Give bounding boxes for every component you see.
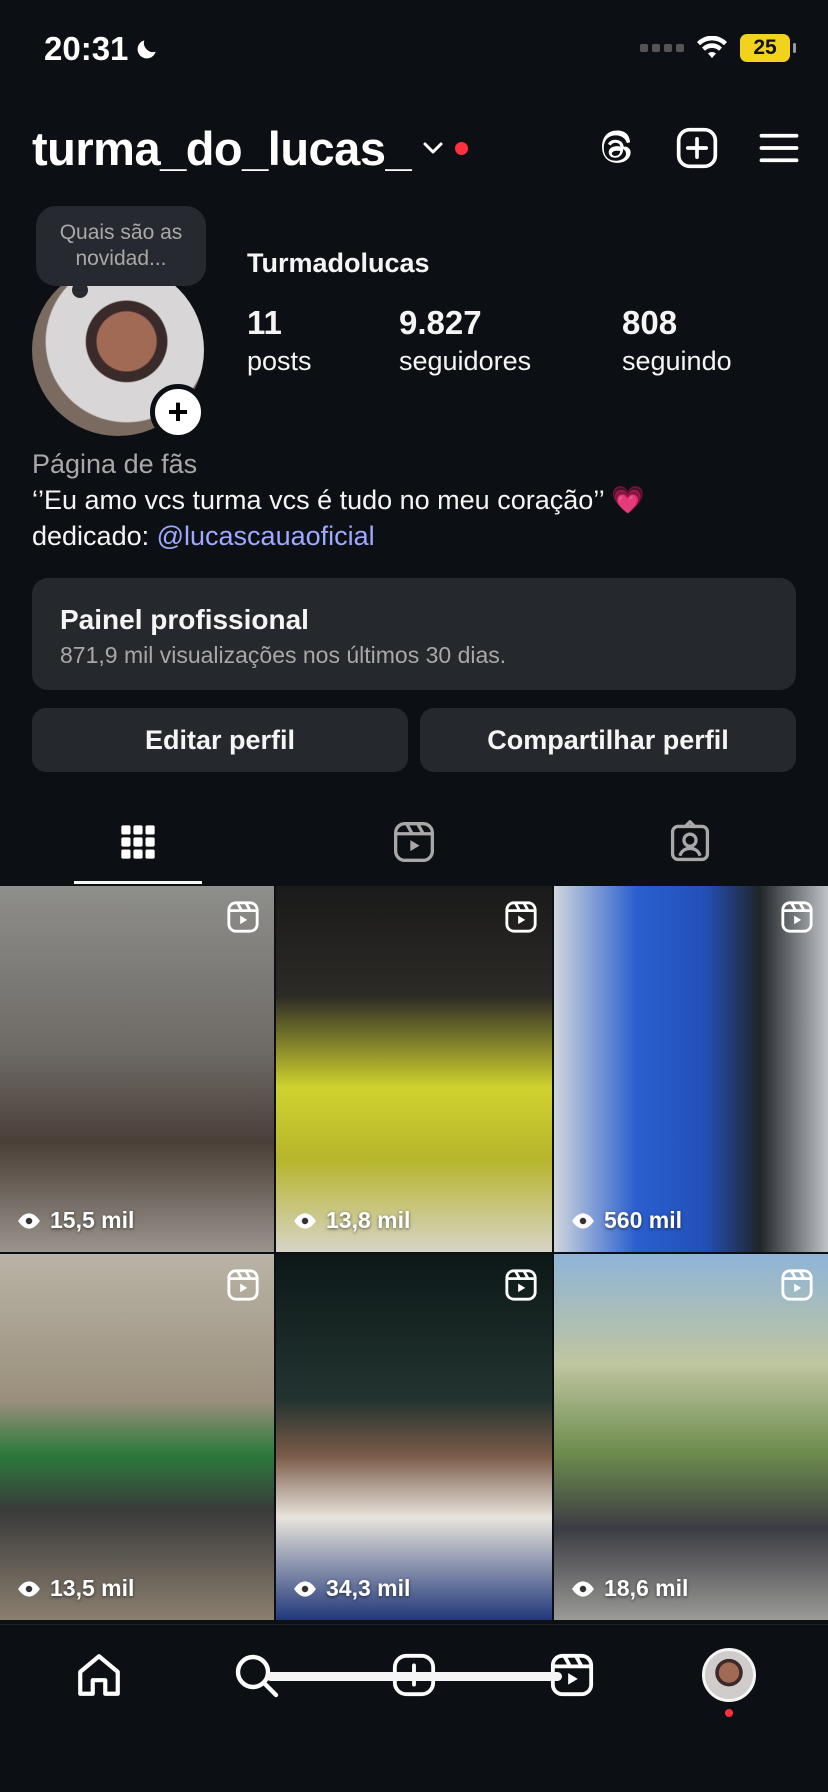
view-count-text: 34,3 mil: [326, 1575, 411, 1601]
stat-followers-value: 9.827: [399, 304, 482, 341]
menu-icon[interactable]: [756, 125, 802, 171]
reel-badge-icon: [505, 1269, 537, 1301]
bio: Página de fãs ‘’Eu amo vcs turma vcs é t…: [32, 446, 802, 554]
stat-following[interactable]: 808 seguindo: [622, 304, 732, 377]
add-story-icon[interactable]: +: [150, 384, 206, 440]
bio-dedicated: dedicado: @lucascauaoficial: [32, 518, 802, 554]
post-tile[interactable]: 13,5 mil: [0, 1254, 274, 1620]
stat-posts[interactable]: 11 posts: [247, 304, 312, 377]
reel-badge-icon: [781, 1269, 813, 1301]
status-time-text: 20:31: [44, 30, 129, 67]
notification-dot: [455, 141, 469, 155]
eye-icon: [572, 1212, 594, 1229]
edit-profile-button[interactable]: Editar perfil: [32, 708, 408, 772]
bio-dedicated-prefix: dedicado:: [32, 521, 157, 551]
stat-following-value: 808: [622, 304, 678, 341]
profile-tabs: [0, 800, 828, 884]
pro-panel-title: Painel profissional: [60, 604, 309, 635]
status-right: 25: [640, 34, 796, 62]
pro-panel-subtitle: 871,9 mil visualizações nos últimos 30 d…: [60, 642, 507, 668]
display-name: Turmadolucas: [247, 248, 430, 278]
nav-profile[interactable]: [699, 1645, 759, 1717]
reel-badge-icon: [227, 1269, 259, 1301]
wifi-icon: [697, 36, 727, 58]
profile-avatar-icon: [702, 1648, 757, 1702]
profile-actions: Editar perfil Compartilhar perfil: [32, 708, 796, 772]
professional-dashboard[interactable]: Painel profissional 871,9 mil visualizaç…: [32, 578, 796, 690]
post-tile[interactable]: 34,3 mil: [276, 1254, 552, 1620]
stat-followers-label: seguidores: [399, 346, 532, 376]
reels-icon: [394, 822, 434, 862]
eye-icon: [18, 1580, 40, 1597]
bio-mention-link[interactable]: @lucascauaoficial: [157, 521, 375, 551]
profile-header: turma_do_lucas_: [32, 118, 802, 178]
status-bar: 20:31 25: [0, 0, 828, 100]
battery-indicator: 25: [740, 34, 796, 62]
view-count-text: 13,8 mil: [326, 1207, 411, 1233]
tab-tagged[interactable]: [552, 800, 828, 884]
view-count: 13,5 mil: [16, 1575, 134, 1602]
moon-icon: [138, 40, 157, 59]
view-count: 34,3 mil: [292, 1575, 410, 1602]
posts-grid: 15,5 mil 13,8 mil 560 mil 13,5 mil 34,3 …: [0, 886, 828, 1620]
notification-dot: [725, 1709, 734, 1717]
note-bubble[interactable]: Quais são as novidad...: [36, 206, 206, 298]
eye-icon: [294, 1212, 316, 1229]
tab-reels[interactable]: [276, 800, 552, 884]
view-count: 13,8 mil: [292, 1207, 410, 1234]
bottom-nav: [0, 1624, 828, 1792]
eye-icon: [294, 1580, 316, 1597]
view-count: 18,6 mil: [570, 1575, 688, 1602]
home-indicator[interactable]: [266, 1672, 562, 1681]
view-count-text: 15,5 mil: [50, 1207, 135, 1233]
view-count-text: 13,5 mil: [50, 1575, 135, 1601]
reel-badge-icon: [227, 901, 259, 933]
view-count-text: 18,6 mil: [604, 1575, 689, 1601]
chevron-down-icon[interactable]: [421, 136, 445, 160]
stat-followers[interactable]: 9.827 seguidores: [399, 304, 531, 377]
create-icon[interactable]: [674, 125, 720, 171]
status-time: 20:31: [44, 30, 160, 68]
stat-following-label: seguindo: [622, 346, 732, 376]
signal-icon: [640, 44, 684, 52]
nav-home[interactable]: [69, 1645, 129, 1705]
battery-level: 25: [753, 36, 777, 59]
post-tile[interactable]: 18,6 mil: [554, 1254, 828, 1620]
post-tile[interactable]: 15,5 mil: [0, 886, 274, 1252]
tab-grid[interactable]: [0, 800, 276, 884]
eye-icon: [572, 1580, 594, 1597]
view-count: 15,5 mil: [16, 1207, 134, 1234]
reel-badge-icon: [505, 901, 537, 933]
eye-icon: [18, 1212, 40, 1229]
grid-icon: [121, 825, 155, 859]
bio-category: Página de fãs: [32, 449, 198, 479]
bio-text: ‘’Eu amo vcs turma vcs é tudo no meu cor…: [32, 485, 645, 515]
username[interactable]: turma_do_lucas_: [32, 121, 412, 176]
tagged-icon: [670, 820, 710, 862]
stat-posts-label: posts: [247, 346, 312, 376]
threads-icon[interactable]: [592, 125, 638, 171]
share-profile-button[interactable]: Compartilhar perfil: [420, 708, 796, 772]
view-count-text: 560 mil: [604, 1207, 682, 1233]
stat-posts-value: 11: [247, 304, 282, 341]
view-count: 560 mil: [570, 1207, 682, 1234]
header-actions: [592, 118, 802, 178]
post-tile[interactable]: 13,8 mil: [276, 886, 552, 1252]
reel-badge-icon: [781, 901, 813, 933]
post-tile[interactable]: 560 mil: [554, 886, 828, 1252]
home-icon: [77, 1654, 120, 1696]
profile-avatar-wrap[interactable]: +: [32, 264, 206, 440]
